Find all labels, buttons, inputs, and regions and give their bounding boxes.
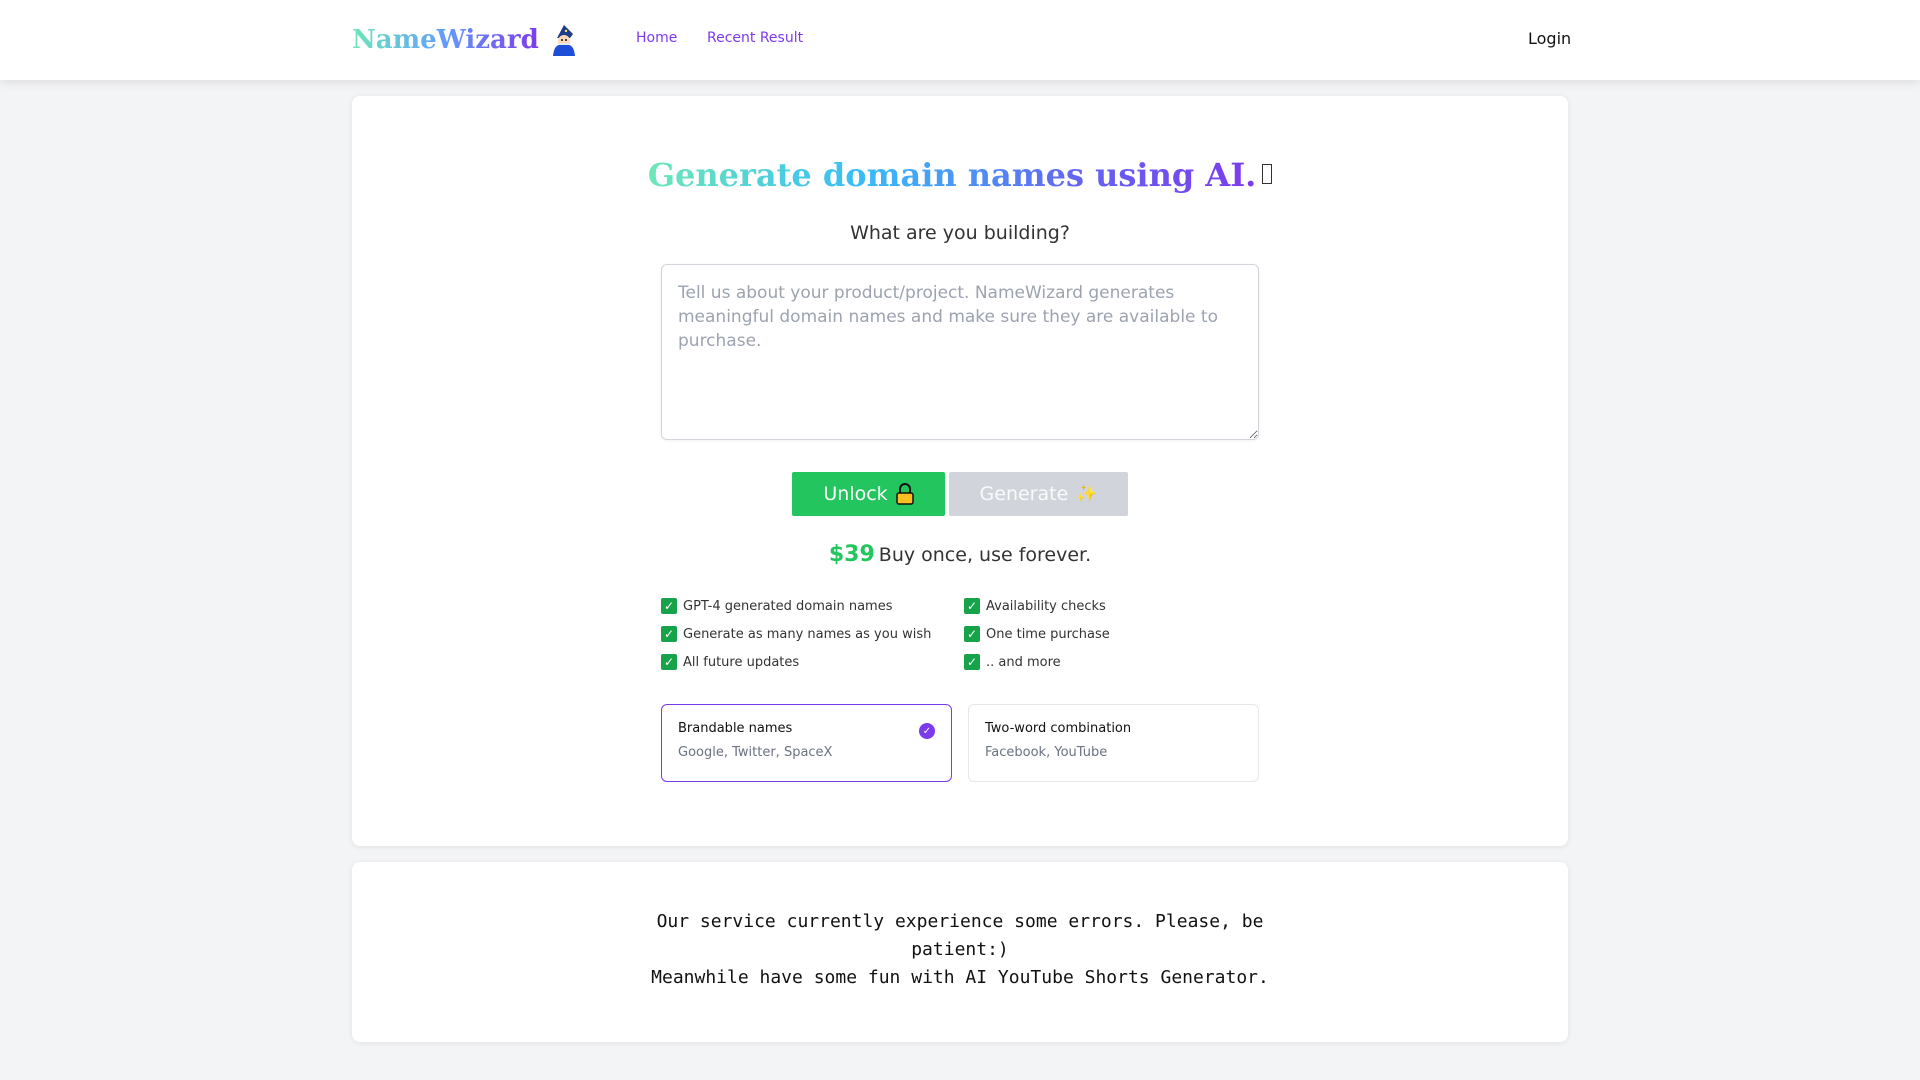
prompt-question: What are you building? (850, 222, 1070, 244)
feature-label: Generate as many names as you wish (683, 626, 932, 642)
pricing-tagline: Buy once, use forever. (878, 544, 1092, 566)
login-link[interactable]: Login (1528, 29, 1571, 48)
feature-label: One time purchase (986, 626, 1110, 642)
logo-text: NameWizard (352, 25, 539, 55)
checkbox-checked-icon: ✓ (661, 654, 677, 670)
feature-item: ✓ Generate as many names as you wish (661, 624, 931, 644)
notice-line: Meanwhile have some fun with AI YouTube … (651, 967, 1269, 988)
project-description-input[interactable] (661, 264, 1259, 440)
option-examples: Google, Twitter, SpaceX (678, 745, 833, 760)
nav-recent-result-link[interactable]: Recent Result (707, 30, 803, 46)
checkbox-checked-icon: ✓ (661, 598, 677, 614)
nav-home-link[interactable]: Home (636, 30, 677, 46)
feature-label: Availability checks (986, 598, 1106, 614)
notice-line: Our service currently experience some er… (656, 911, 1264, 960)
sparkle-icon: ✨ (1076, 484, 1098, 504)
service-notice-card: Our service currently experience some er… (352, 862, 1568, 1042)
checkbox-checked-icon: ✓ (964, 654, 980, 670)
checkbox-checked-icon: ✓ (964, 598, 980, 614)
unlock-button-label: Unlock (823, 483, 888, 505)
checkbox-checked-icon: ✓ (661, 626, 677, 642)
generate-button-label: Generate (979, 483, 1069, 505)
feature-item: ✓ All future updates (661, 652, 799, 672)
generate-button[interactable]: Generate ✨ (949, 472, 1128, 516)
feature-label: GPT-4 generated domain names (683, 598, 893, 614)
page-title: Generate domain names using AI. (352, 156, 1568, 194)
option-brandable-names[interactable]: Brandable names Google, Twitter, SpaceX … (661, 704, 952, 782)
price: $39 (828, 542, 875, 567)
option-title: Brandable names (678, 721, 793, 736)
lock-icon (895, 483, 914, 505)
page-title-text: Generate domain names using AI. (647, 156, 1257, 194)
logo[interactable]: NameWizard (352, 22, 579, 58)
checkbox-checked-icon: ✓ (964, 626, 980, 642)
missing-glyph-icon (1262, 164, 1273, 184)
service-notice: Our service currently experience some er… (632, 908, 1288, 992)
feature-item: ✓ Availability checks (964, 596, 1106, 616)
feature-item: ✓ GPT-4 generated domain names (661, 596, 893, 616)
selected-check-icon: ✓ (919, 723, 935, 739)
pricing-line: $39 Buy once, use forever. (352, 542, 1568, 567)
unlock-button[interactable]: Unlock (792, 472, 945, 516)
option-examples: Facebook, YouTube (985, 745, 1108, 760)
feature-label: All future updates (683, 654, 800, 670)
feature-label: .. and more (986, 654, 1061, 670)
generator-card: Generate domain names using AI. What are… (352, 96, 1568, 846)
wizard-icon (552, 25, 575, 56)
option-title: Two-word combination (985, 721, 1132, 736)
feature-list: ✓ GPT-4 generated domain names ✓ Availab… (661, 596, 1261, 680)
option-two-word-combination[interactable]: Two-word combination Facebook, YouTube (968, 704, 1259, 782)
feature-item: ✓ One time purchase (964, 624, 1110, 644)
feature-item: ✓ .. and more (964, 652, 1061, 672)
navbar: NameWizard Home Recent Result Login (0, 0, 1920, 80)
